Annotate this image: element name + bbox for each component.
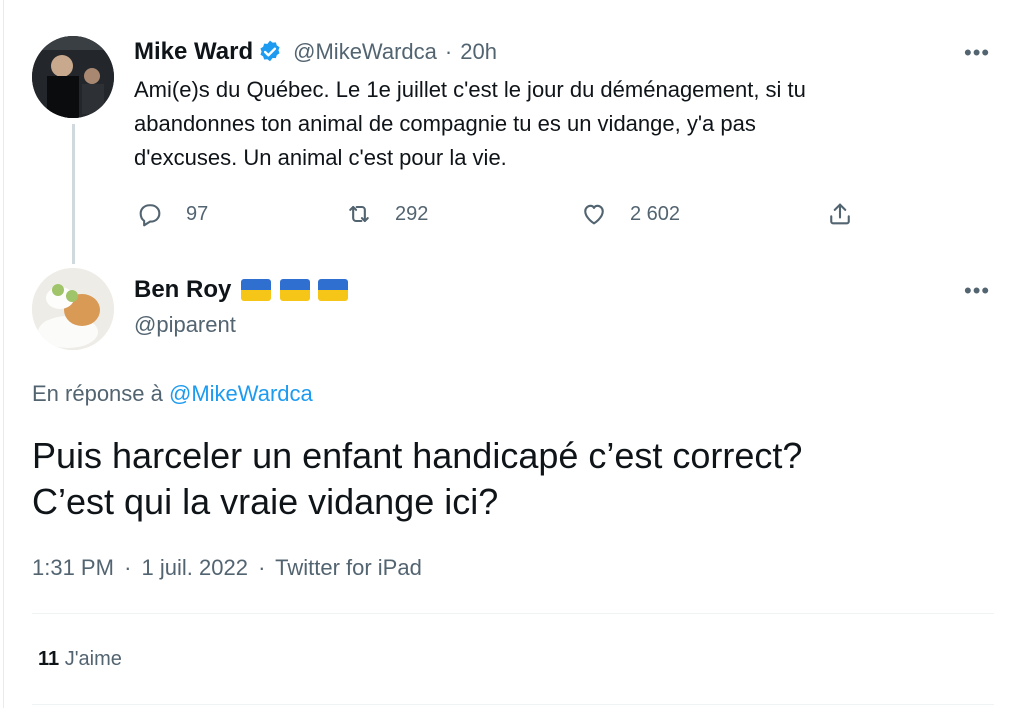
tweet-line: d'excuses. Un animal c'est pour la vie.	[134, 145, 507, 170]
ukraine-flag-icon	[241, 279, 272, 301]
flags	[237, 279, 349, 301]
reply-to-handle-link[interactable]: @MikeWardca	[169, 381, 313, 406]
retweet-button[interactable]: 292	[345, 200, 428, 228]
meta-separator: ·	[124, 555, 132, 580]
like-count: 2 602	[630, 202, 681, 225]
parent-tweet-text: Ami(e)s du Québec. Le 1e juillet c'est l…	[134, 73, 974, 175]
parent-display-name[interactable]: Mike Ward	[134, 38, 253, 66]
header-separator: ·	[444, 39, 453, 64]
parent-timestamp[interactable]: 20h	[460, 39, 497, 65]
reply-context: En réponse à @MikeWardca	[32, 381, 313, 407]
retweet-icon	[349, 205, 369, 223]
reply-handle[interactable]: @piparent	[134, 312, 236, 338]
parent-handle[interactable]: @MikeWardca	[293, 39, 437, 65]
tweet-date[interactable]: 1 juil. 2022	[142, 555, 248, 580]
likes-label: J'aime	[64, 648, 122, 670]
tweet-line: Puis harceler un enfant handicapé c’est …	[32, 435, 803, 476]
ukraine-flag-icon	[279, 279, 310, 301]
tweet-line: C’est qui la vraie vidange ici?	[32, 481, 499, 522]
reply-display-name[interactable]: Ben Roy	[134, 276, 231, 304]
like-button[interactable]: 2 602	[580, 200, 680, 228]
tweet-source[interactable]: Twitter for iPad	[275, 555, 422, 580]
avatar-ben-roy[interactable]	[32, 268, 114, 350]
reply-icon	[139, 204, 161, 227]
tweet-time[interactable]: 1:31 PM	[32, 555, 114, 580]
reply-tweet-header: Ben Roy	[134, 276, 349, 304]
tweet-line: abandonnes ton animal de compagnie tu es…	[134, 111, 756, 136]
likes-summary[interactable]: 11 J'aime	[38, 648, 122, 671]
likes-count: 11	[38, 648, 60, 670]
reply-tweet-text: Puis harceler un enfant handicapé c’est …	[32, 433, 992, 525]
more-icon[interactable]: •••	[964, 278, 990, 304]
parent-tweet-header: Mike Ward @MikeWardca · 20h	[134, 38, 497, 66]
tweet-line: Ami(e)s du Québec. Le 1e juillet c'est l…	[134, 77, 806, 102]
share-icon	[830, 203, 850, 225]
meta-separator: ·	[258, 555, 266, 580]
retweet-count: 292	[395, 202, 429, 225]
reply-prefix: En réponse à	[32, 381, 163, 406]
thread-connector	[72, 124, 75, 264]
divider	[32, 613, 994, 614]
verified-badge-icon	[260, 40, 280, 62]
more-icon[interactable]: •••	[964, 40, 990, 66]
share-button[interactable]	[826, 200, 854, 228]
ukraine-flag-icon	[318, 279, 349, 301]
divider	[32, 704, 994, 705]
like-icon	[584, 204, 604, 225]
reply-count: 97	[186, 202, 209, 225]
tweet-meta: 1:31 PM · 1 juil. 2022 · Twitter for iPa…	[32, 555, 422, 581]
reply-button[interactable]: 97	[136, 200, 208, 228]
frame-border	[3, 0, 4, 708]
avatar-mike-ward[interactable]	[32, 36, 114, 118]
